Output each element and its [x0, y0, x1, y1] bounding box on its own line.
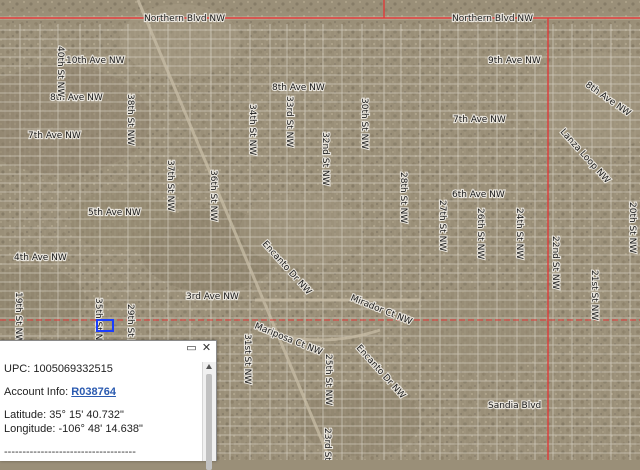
street-label-4th-ave: 4th Ave NW — [14, 253, 67, 263]
account-row: Account Info: R038764 — [4, 385, 200, 399]
street-label-31st-st: 31st St NW — [242, 334, 252, 384]
street-label-32nd-st: 32nd St NW — [320, 132, 330, 186]
street-label-7th-ave-west: 7th Ave NW — [28, 131, 81, 141]
latitude-value: 35° 15' 40.732" — [49, 409, 124, 421]
street-label-21st-st: 21st St NW — [589, 270, 599, 320]
street-label-6th-ave: 6th Ave NW — [452, 190, 505, 200]
longitude-label: Longitude: — [4, 423, 56, 435]
street-label-9th-ave: 9th Ave NW — [488, 56, 541, 66]
popup-titlebar: ▭ ✕ — [186, 343, 212, 354]
upc-value: 1005069332515 — [33, 363, 113, 375]
street-label-sandia-blvd: Sandia Blvd — [488, 401, 541, 411]
longitude-value: -106° 48' 14.638" — [58, 423, 143, 435]
street-label-27th-st: 27th St NW — [437, 200, 447, 251]
latitude-label: Latitude: — [4, 409, 47, 421]
street-label-22nd-st: 22nd St NW — [550, 236, 560, 290]
street-label-northern-blvd-east: Northern Blvd NW — [452, 14, 533, 24]
street-label-26th-st: 26th St NW — [475, 208, 485, 259]
upc-row: UPC: 1005069332515 — [4, 362, 200, 376]
street-label-19th-st: 19th St NW — [13, 292, 23, 343]
street-label-24th-st: 24th St NW — [514, 208, 524, 259]
longitude-row: Longitude: -106° 48' 14.638" — [4, 422, 200, 436]
scroll-up-icon[interactable] — [206, 364, 212, 369]
popup-scrollbar[interactable] — [202, 362, 216, 470]
street-label-20th-st: 20th St NW — [627, 202, 637, 253]
street-label-23rd-st: 23rd St NW — [322, 428, 332, 460]
minimize-icon[interactable]: ▭ — [186, 343, 197, 354]
street-label-10th-ave: 10th Ave NW — [66, 56, 125, 66]
selected-parcel-marker[interactable] — [96, 319, 114, 332]
account-label: Account Info: — [4, 386, 69, 398]
street-label-36th-st: 36th St NW — [208, 170, 218, 221]
street-label-25th-st: 25th St NW — [323, 354, 333, 405]
street-label-37th-st: 37th St NW — [165, 160, 175, 211]
scroll-thumb[interactable] — [206, 374, 212, 470]
street-label-7th-ave-east: 7th Ave NW — [453, 115, 506, 125]
latitude-row: Latitude: 35° 15' 40.732" — [4, 408, 200, 422]
street-label-40th-st: 40th St NW — [55, 46, 65, 97]
account-link[interactable]: R038764 — [71, 386, 116, 398]
parcel-info-popup: ▭ ✕ UPC: 1005069332515 Account Info: R03… — [0, 340, 217, 470]
close-icon[interactable]: ✕ — [201, 343, 212, 354]
popup-divider: ------------------------------------ — [4, 446, 136, 458]
popup-body: UPC: 1005069332515 Account Info: R038764… — [4, 362, 200, 459]
upc-label: UPC: — [4, 363, 31, 375]
street-label-38th-st: 38th St NW — [125, 94, 135, 145]
street-label-28th-st: 28th St NW — [398, 172, 408, 223]
street-label-30th-st: 30th St NW — [359, 98, 369, 149]
street-label-34th-st: 34th St NW — [247, 104, 257, 155]
street-label-3rd-ave: 3rd Ave NW — [186, 292, 239, 302]
street-label-33rd-st: 33rd St NW — [284, 96, 294, 147]
street-label-northern-blvd: Northern Blvd NW — [144, 14, 225, 24]
street-label-5th-ave: 5th Ave NW — [88, 208, 141, 218]
street-label-8th-ave-mid: 8th Ave NW — [272, 83, 325, 93]
